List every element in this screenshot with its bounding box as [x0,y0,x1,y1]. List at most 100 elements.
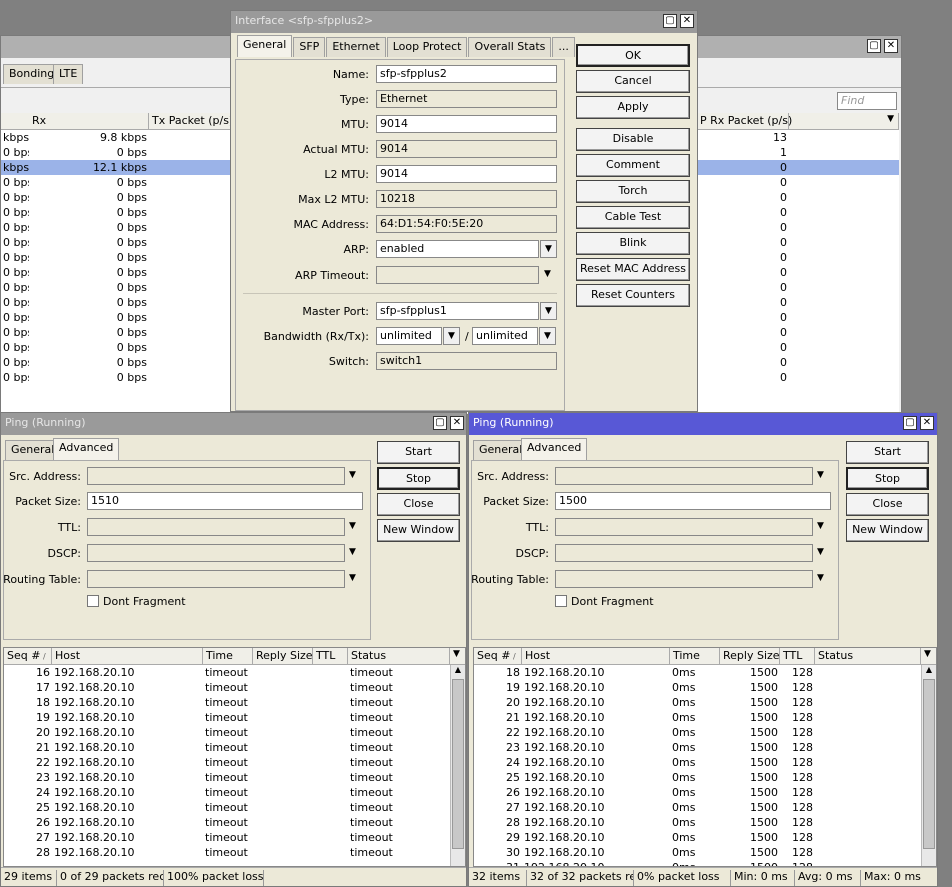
table-row[interactable]: 20 192.168.20.10 0ms 1500 128 [474,695,936,710]
tab-general[interactable]: General [237,35,293,57]
scroll-up-icon[interactable]: ▲ [922,665,936,674]
src-address-field[interactable] [87,467,345,485]
dont-fragment-checkbox[interactable] [555,595,567,607]
stop-button[interactable]: Stop [377,467,460,490]
chevron-down-icon[interactable]: ▼ [349,547,356,557]
find-input[interactable]: Find [837,92,897,110]
packet-size-field[interactable]: 1510 [87,492,363,510]
dscp-field[interactable] [555,544,813,562]
close-icon[interactable]: ✕ [680,14,694,28]
tab-advanced[interactable]: Advanced [53,438,120,460]
routing-table-field[interactable] [87,570,345,588]
table-row[interactable]: 17 192.168.20.10 timeout timeout [4,680,465,695]
table-row[interactable]: 18 192.168.20.10 timeout timeout [4,695,465,710]
chevron-down-icon[interactable]: ▼ [443,327,460,345]
tab-loop-protect[interactable]: Loop Protect [386,37,468,57]
comment-button[interactable]: Comment [576,154,690,177]
scroll-thumb[interactable] [923,679,935,849]
table-row[interactable]: 18 192.168.20.10 0ms 1500 128 [474,665,936,680]
close-icon[interactable]: ✕ [920,416,934,430]
col-host[interactable]: Host [522,648,670,665]
maximize-icon[interactable]: ▢ [867,39,881,53]
tab-ethernet[interactable]: Ethernet [326,37,386,57]
col-tx-packet[interactable]: Tx Packet (p/s) [149,113,233,130]
name-field[interactable]: sfp-sfpplus2 [376,65,557,83]
chevron-down-icon[interactable]: ▼ [539,327,556,345]
master-port-select[interactable]: sfp-sfpplus1 [376,302,539,320]
ok-button[interactable]: OK [576,44,690,67]
chevron-down-icon[interactable]: ▼ [921,648,936,665]
col-reply-size[interactable]: Reply Size [720,648,780,665]
maximize-icon[interactable]: ▢ [433,416,447,430]
table-row[interactable]: 31192.168.20.100ms1500128 [474,860,936,866]
table-row[interactable]: 22 192.168.20.10 0ms 1500 128 [474,725,936,740]
dont-fragment-checkbox[interactable] [87,595,99,607]
col-time[interactable]: Time [670,648,720,665]
scroll-thumb[interactable] [452,679,464,849]
table-row[interactable]: 25 192.168.20.10 0ms 1500 128 [474,770,936,785]
bandwidth-rx-select[interactable]: unlimited [376,327,442,345]
l2-mtu-field[interactable]: 9014 [376,165,557,183]
col-host[interactable]: Host [52,648,203,665]
tab-lte[interactable]: LTE [53,64,84,84]
chevron-down-icon[interactable]: ▼ [540,240,557,258]
table-row[interactable]: 23 192.168.20.10 timeout timeout [4,770,465,785]
col-seq[interactable]: Seq # / [4,648,52,665]
chevron-down-icon[interactable]: ▼ [450,648,465,665]
col-rx-packet[interactable]: P Rx Packet (p/s) [697,113,792,130]
chevron-down-icon[interactable]: ▼ [887,114,894,124]
col-time[interactable]: Time [203,648,253,665]
arp-select[interactable]: enabled [376,240,539,258]
chevron-down-icon[interactable]: ▼ [544,269,551,279]
table-row[interactable]: 26 192.168.20.10 0ms 1500 128 [474,785,936,800]
cancel-button[interactable]: Cancel [576,70,690,93]
maximize-icon[interactable]: ▢ [903,416,917,430]
src-address-field[interactable] [555,467,813,485]
table-row[interactable]: 26 192.168.20.10 timeout timeout [4,815,465,830]
tab-overall-stats[interactable]: Overall Stats [468,37,552,57]
bandwidth-tx-select[interactable]: unlimited [472,327,538,345]
new-window-button[interactable]: New Window [846,519,929,542]
cable-test-button[interactable]: Cable Test [576,206,690,229]
table-row[interactable]: 23 192.168.20.10 0ms 1500 128 [474,740,936,755]
table-row[interactable]: 30 192.168.20.10 0ms 1500 128 [474,845,936,860]
table-row[interactable]: 16 192.168.20.10 timeout timeout [4,665,465,680]
table-row[interactable]: 24 192.168.20.10 timeout timeout [4,785,465,800]
tab-sfp[interactable]: SFP [293,37,326,57]
table-row[interactable]: 20 192.168.20.10 timeout timeout [4,725,465,740]
torch-button[interactable]: Torch [576,180,690,203]
scroll-up-icon[interactable]: ▲ [451,665,465,674]
packet-size-field[interactable]: 1500 [555,492,831,510]
ttl-field[interactable] [87,518,345,536]
tab-advanced[interactable]: Advanced [521,438,588,460]
disable-button[interactable]: Disable [576,128,690,151]
table-row[interactable]: 19 192.168.20.10 0ms 1500 128 [474,680,936,695]
tab-bonding[interactable]: Bonding [3,64,61,84]
tab-more[interactable]: ... [552,37,575,57]
scrollbar[interactable]: ▲ [450,665,465,866]
col-status[interactable]: Status [815,648,921,665]
chevron-down-icon[interactable]: ▼ [817,573,824,583]
stop-button[interactable]: Stop [846,467,929,490]
chevron-down-icon[interactable]: ▼ [349,573,356,583]
chevron-down-icon[interactable]: ▼ [349,470,356,480]
col-ttl[interactable]: TTL [780,648,815,665]
close-button[interactable]: Close [846,493,929,516]
close-icon[interactable]: ✕ [450,416,464,430]
table-row[interactable]: 28 192.168.20.10 timeout timeout [4,845,465,860]
chevron-down-icon[interactable]: ▼ [349,521,356,531]
blink-button[interactable]: Blink [576,232,690,255]
arp-timeout-field[interactable] [376,266,539,284]
col-ttl[interactable]: TTL [313,648,348,665]
col-status[interactable]: Status [348,648,450,665]
table-row[interactable]: 29 192.168.20.10 0ms 1500 128 [474,830,936,845]
chevron-down-icon[interactable]: ▼ [817,470,824,480]
close-icon[interactable]: ✕ [884,39,898,53]
table-row[interactable]: 25 192.168.20.10 timeout timeout [4,800,465,815]
mtu-field[interactable]: 9014 [376,115,557,133]
ttl-field[interactable] [555,518,813,536]
routing-table-field[interactable] [555,570,813,588]
scrollbar[interactable]: ▲ [921,665,936,866]
new-window-button[interactable]: New Window [377,519,460,542]
table-row[interactable]: 27 192.168.20.10 timeout timeout [4,830,465,845]
